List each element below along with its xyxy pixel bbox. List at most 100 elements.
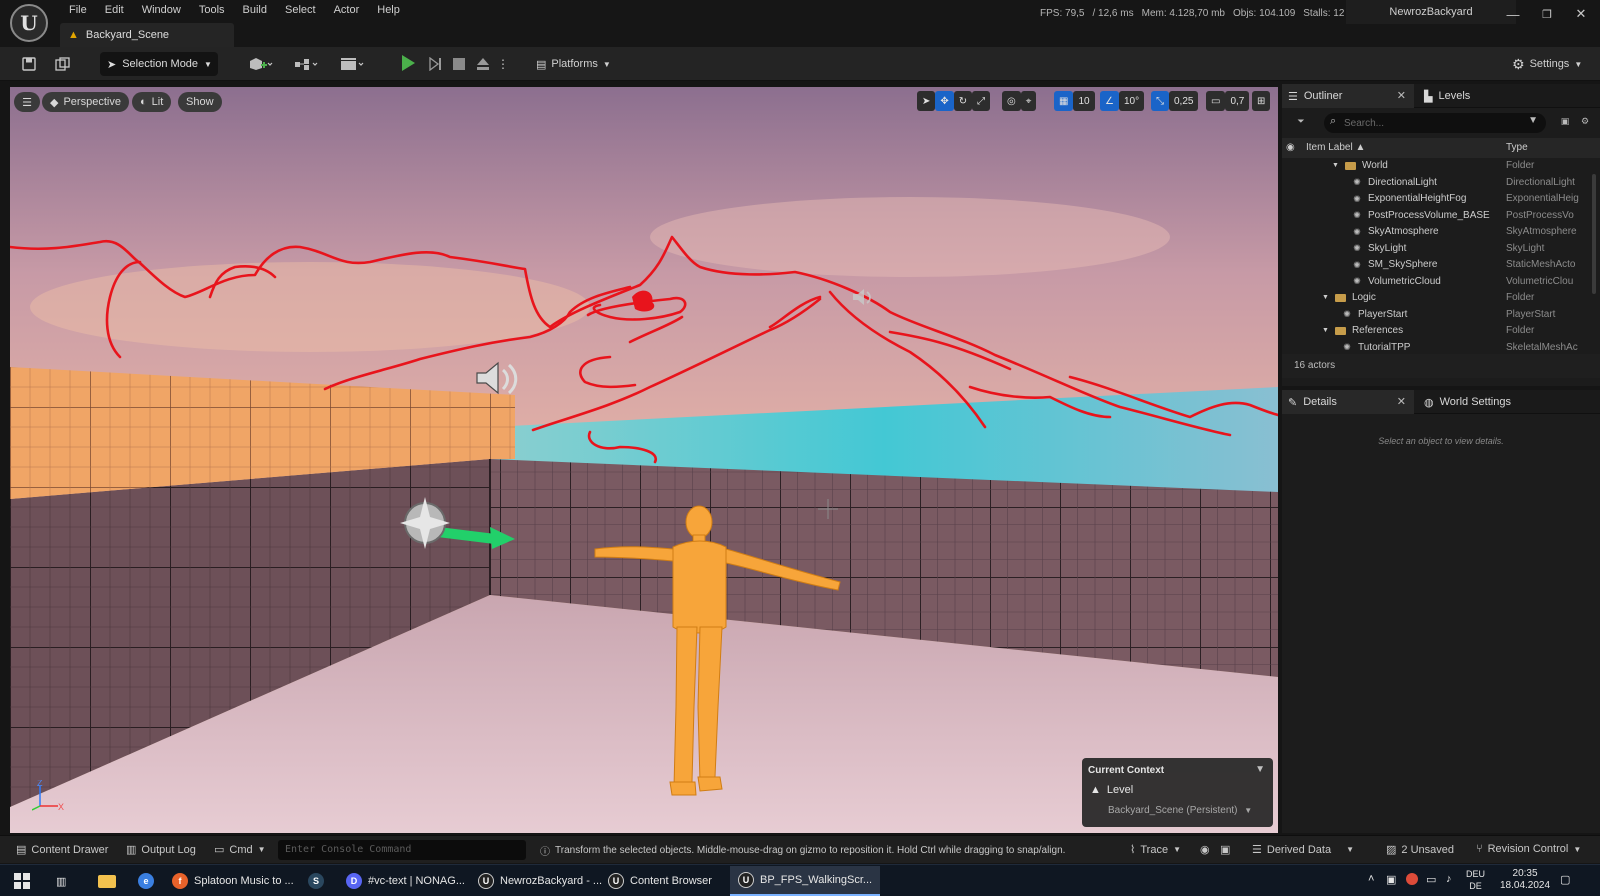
close-icon[interactable]: ✕ (1397, 89, 1406, 102)
world-space-icon[interactable]: ◎ (1002, 91, 1021, 111)
blueprint-icon[interactable] (292, 52, 322, 76)
expand-arrow-icon[interactable]: ▼ (1322, 294, 1329, 301)
outliner-row[interactable]: ✺ ExponentialHeightFog ExponentialHeig (1282, 191, 1600, 208)
record-icon[interactable]: ◉ (1200, 843, 1210, 856)
menu-help[interactable]: Help (368, 2, 409, 18)
level-viewport[interactable]: ☰ ◆ Perspective ◐ Lit Show ➤ ✥ ↻ ⤢ ◎ ⌖ ▦… (10, 87, 1278, 833)
col-item-label[interactable]: Item Label ▲ (1306, 142, 1365, 153)
browser-icon[interactable]: e (130, 866, 162, 896)
tray-chevron-up-icon[interactable]: ˄ (1368, 873, 1374, 885)
viewport-menu-icon[interactable]: ☰ (14, 92, 40, 112)
input-language[interactable]: DEU DE (1466, 868, 1485, 892)
menu-actor[interactable]: Actor (325, 2, 369, 18)
level-tab[interactable]: ▲ Backyard_Scene (60, 23, 234, 47)
cmd-dropdown[interactable]: ▭ Cmd ▼ (214, 843, 266, 857)
scale-snap-control[interactable]: ⤡ 0,25 (1151, 91, 1199, 111)
content-browser-icon[interactable] (52, 52, 74, 76)
menu-tools[interactable]: Tools (190, 2, 234, 18)
chevron-down-icon[interactable]: ▼ (1255, 764, 1265, 775)
col-type[interactable]: Type (1506, 142, 1528, 153)
expand-arrow-icon[interactable]: ▼ (1322, 327, 1329, 334)
minimize-icon[interactable]: — (1496, 4, 1530, 24)
menu-build[interactable]: Build (234, 2, 276, 18)
tab-world-settings[interactable]: ◍ World Settings (1418, 390, 1538, 414)
derived-data-dropdown[interactable]: ☰ Derived Data ▼ (1252, 843, 1354, 857)
perspective-button[interactable]: ◆ Perspective (42, 92, 129, 112)
camera-speed-control[interactable]: ▭ 0,7 (1206, 91, 1250, 111)
scale-tool-icon[interactable]: ⤢ (972, 91, 991, 111)
maximize-viewport-icon[interactable]: ⊞ (1252, 91, 1271, 111)
network-icon[interactable]: ▭ (1426, 873, 1436, 886)
tab-levels[interactable]: ▙ Levels (1418, 84, 1518, 108)
stop-icon[interactable] (450, 52, 468, 76)
outliner-row[interactable]: ✺ SkyAtmosphere SkyAtmosphere (1282, 224, 1600, 241)
rotate-tool-icon[interactable]: ↻ (953, 91, 973, 111)
task-content-browser[interactable]: U Content Browser (600, 866, 720, 896)
file-explorer-icon[interactable] (90, 866, 124, 896)
outliner-row[interactable]: ✺ SkyLight SkyLight (1282, 241, 1600, 258)
menu-window[interactable]: Window (133, 2, 190, 18)
outliner-search-input[interactable]: ⌕ Search... ▼ (1324, 113, 1546, 133)
close-icon[interactable]: ✕ (1397, 395, 1406, 408)
outliner-row[interactable]: ✺ PostProcessVolume_BASE PostProcessVo (1282, 208, 1600, 225)
lit-button[interactable]: ◐ Lit (132, 92, 172, 112)
task-view-icon[interactable]: ▥ (48, 866, 74, 896)
unsaved-button[interactable]: ▨ 2 Unsaved (1386, 843, 1454, 857)
steam-icon[interactable]: S (300, 866, 332, 896)
save-icon[interactable] (18, 52, 40, 76)
step-icon[interactable] (426, 52, 444, 76)
task-blueprint[interactable]: U BP_FPS_WalkingScr... (730, 866, 881, 896)
rotation-snap-control[interactable]: ∠ 10° (1100, 91, 1145, 111)
outliner-row[interactable]: ✺ PlayerStart PlayerStart (1282, 307, 1600, 324)
outliner-row[interactable]: ✺ DirectionalLight DirectionalLight (1282, 175, 1600, 192)
output-log-button[interactable]: ▥ Output Log (126, 843, 196, 857)
selection-mode-dropdown[interactable]: ➤ Selection Mode ▼ (100, 52, 218, 76)
tab-details[interactable]: ✎ Details ✕ (1282, 390, 1414, 414)
tab-outliner[interactable]: ☰ Outliner ✕ (1282, 84, 1414, 108)
outliner-row[interactable]: ✺ VolumetricCloud VolumetricClou (1282, 274, 1600, 291)
trace-dropdown[interactable]: ⌇ Trace ▼ (1130, 843, 1181, 857)
context-scene-dropdown[interactable]: Backyard_Scene (Persistent) ▼ (1108, 805, 1252, 816)
menu-edit[interactable]: Edit (96, 2, 133, 18)
play-icon[interactable] (402, 55, 415, 71)
task-splatoon[interactable]: f Splatoon Music to ... (164, 866, 302, 896)
outliner-row[interactable]: ✺ SM_SkySphere StaticMeshActo (1282, 257, 1600, 274)
translate-tool-icon[interactable]: ✥ (935, 91, 954, 111)
surface-snap-icon[interactable]: ⌖ (1020, 91, 1037, 111)
expand-arrow-icon[interactable]: ▼ (1332, 162, 1339, 169)
clock[interactable]: 20:35 18.04.2024 (1500, 868, 1550, 892)
tray-chrome-icon[interactable] (1406, 873, 1418, 888)
menu-file[interactable]: File (60, 2, 96, 18)
outliner-row[interactable]: ▼ World Folder (1282, 158, 1600, 175)
notification-icon[interactable]: ▢ (1560, 873, 1570, 886)
task-unreal-project[interactable]: U NewrozBackyard - ... (470, 866, 610, 896)
add-folder-icon[interactable]: ▣ (1558, 116, 1572, 126)
platforms-dropdown[interactable]: ▤ Platforms ▼ (536, 52, 611, 76)
more-options-icon[interactable]: ⋮ (497, 52, 509, 76)
outliner-row[interactable]: ▼ Logic Folder (1282, 290, 1600, 307)
eye-icon[interactable]: ◉ (1286, 142, 1295, 153)
outliner-scrollbar[interactable] (1592, 174, 1596, 294)
start-icon[interactable] (6, 866, 38, 896)
screenshot-icon[interactable]: ▣ (1220, 843, 1230, 856)
outliner-row[interactable]: ▼ References Folder (1282, 323, 1600, 340)
show-button[interactable]: Show (178, 92, 222, 112)
cinematics-icon[interactable] (338, 52, 368, 76)
filter-icon[interactable]: ⏷ (1290, 116, 1312, 126)
grid-snap-control[interactable]: ▦ 10 (1054, 91, 1095, 111)
volume-icon[interactable]: ♪ (1446, 873, 1452, 885)
unreal-logo-icon[interactable]: U (10, 4, 48, 42)
tray-app-icon[interactable]: ▣ (1386, 873, 1396, 886)
gear-icon[interactable]: ⚙ (1578, 116, 1592, 126)
add-actor-icon[interactable] (246, 52, 276, 76)
settings-dropdown[interactable]: ⚙ Settings ▼ (1512, 52, 1582, 76)
menu-select[interactable]: Select (276, 2, 325, 18)
task-discord[interactable]: D #vc-text | NONAG... (338, 866, 473, 896)
console-command-input[interactable]: Enter Console Command (278, 840, 526, 860)
select-tool-icon[interactable]: ➤ (917, 91, 936, 111)
eject-icon[interactable] (474, 52, 492, 76)
close-icon[interactable]: ✕ (1564, 4, 1598, 24)
content-drawer-button[interactable]: ▤ Content Drawer (16, 843, 108, 857)
revision-control-dropdown[interactable]: ⑂ Revision Control ▼ (1476, 843, 1581, 855)
restore-icon[interactable]: ❐ (1530, 4, 1564, 24)
